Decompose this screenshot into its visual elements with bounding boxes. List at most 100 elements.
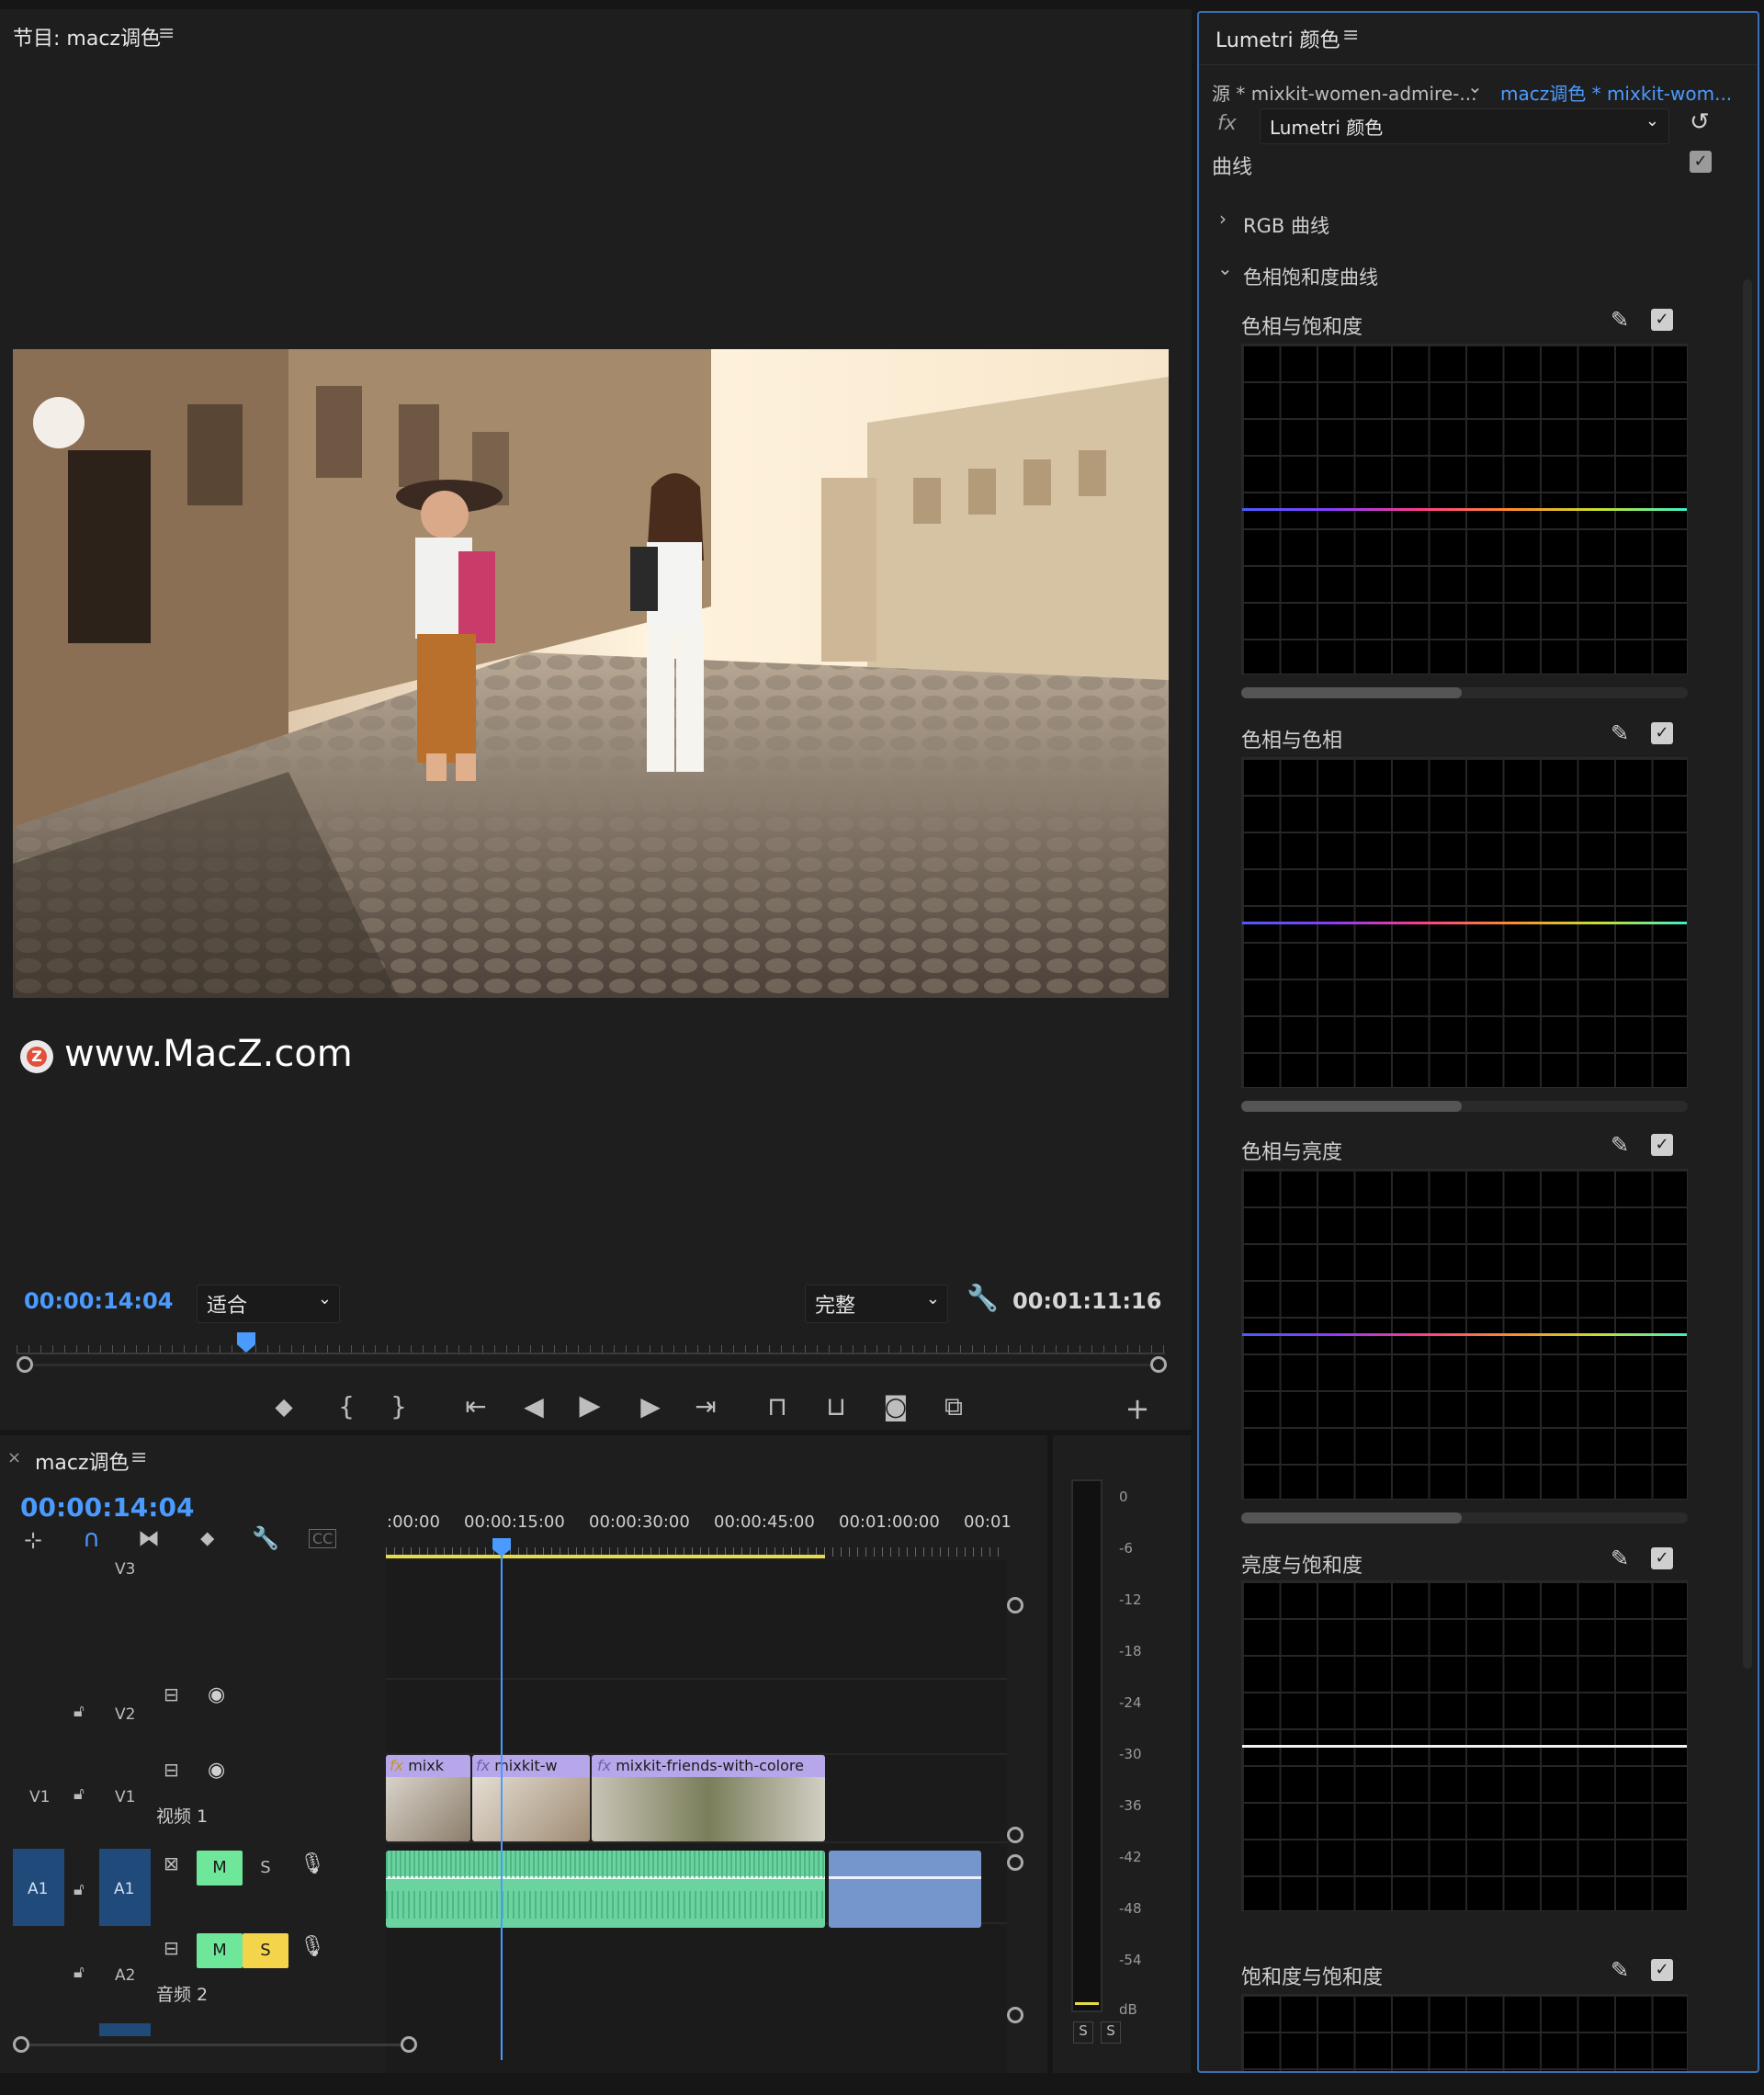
fit-dropdown[interactable]: 适合 ⌄ xyxy=(197,1285,340,1323)
a2-mute-button[interactable]: M xyxy=(197,1933,243,1968)
close-tab-icon[interactable]: × xyxy=(7,1448,21,1467)
add-marker-button[interactable]: ⬥ xyxy=(266,1391,302,1422)
luma-vs-sat-checkbox[interactable]: ✓ xyxy=(1651,1547,1673,1569)
microphone-icon[interactable]: 🎙︎ xyxy=(300,1935,325,1958)
luma-vs-sat-curve[interactable] xyxy=(1242,1745,1687,1748)
wrench-icon[interactable]: 🔧 xyxy=(967,1283,999,1313)
panel-menu-icon[interactable]: ≡ xyxy=(158,22,175,45)
add-marker-icon[interactable]: ⬥ xyxy=(200,1527,214,1550)
panel-menu-icon[interactable]: ≡ xyxy=(130,1446,147,1469)
scroll-handle[interactable] xyxy=(1007,1597,1023,1614)
track-v1-label[interactable]: V1 xyxy=(115,1788,135,1806)
work-area-bar[interactable] xyxy=(386,1555,825,1558)
program-current-time[interactable]: 00:00:14:04 xyxy=(24,1288,173,1314)
track-a1-target[interactable]: A1 xyxy=(99,1849,151,1926)
h-scroll-handle-left[interactable] xyxy=(13,2036,29,2053)
eyedropper-icon[interactable]: ✎ xyxy=(1611,720,1629,746)
scroll-handle[interactable] xyxy=(1007,2007,1023,2023)
audio-clip[interactable] xyxy=(386,1851,825,1928)
hue-vs-sat-curve[interactable] xyxy=(1242,508,1687,511)
add-button[interactable]: + xyxy=(1119,1391,1156,1426)
camera-icon[interactable]: ◙ xyxy=(877,1391,914,1421)
timeline-playhead-line[interactable] xyxy=(501,1555,503,2060)
scrollbar-thumb[interactable] xyxy=(1241,1101,1462,1112)
eyedropper-icon[interactable]: ✎ xyxy=(1611,1546,1629,1571)
source-a1-patch[interactable]: A1 xyxy=(13,1849,64,1926)
chevron-down-icon[interactable]: ⌄ xyxy=(1217,257,1233,279)
panel-scrollbar[interactable] xyxy=(1743,279,1752,1669)
lift-button[interactable]: ⊓ xyxy=(759,1391,796,1421)
linked-selection-icon[interactable]: ⧓ xyxy=(138,1525,160,1551)
curves-enable-checkbox[interactable]: ✓ xyxy=(1690,151,1712,173)
go-to-in-button[interactable]: ⇤ xyxy=(458,1391,494,1421)
sat-vs-sat-graph[interactable] xyxy=(1241,1994,1688,2071)
track-a2-label[interactable]: A2 xyxy=(115,1966,135,1985)
quality-dropdown[interactable]: 完整 ⌄ xyxy=(805,1285,948,1323)
hue-vs-luma-checkbox[interactable]: ✓ xyxy=(1651,1134,1673,1156)
audio2-track-name[interactable]: 音频 2 xyxy=(156,1981,208,2006)
step-back-button[interactable]: ◀︎ xyxy=(515,1391,552,1421)
curves-section-title[interactable]: 曲线 xyxy=(1212,151,1252,180)
toggle-sync-icon[interactable]: ⊟ xyxy=(164,1759,179,1781)
play-button[interactable]: ▶︎ xyxy=(571,1389,608,1421)
scrollbar-thumb[interactable] xyxy=(1241,1512,1462,1523)
program-monitor-title[interactable]: 节目: macz调色 xyxy=(13,22,161,51)
microphone-icon[interactable]: 🎙︎ xyxy=(300,1852,325,1875)
hue-vs-sat-checkbox[interactable]: ✓ xyxy=(1651,309,1673,331)
video-clip[interactable]: fx mixk xyxy=(386,1755,470,1841)
toggle-sync-icon[interactable]: ⊟ xyxy=(164,1683,179,1705)
hue-vs-luma-curve[interactable] xyxy=(1242,1333,1687,1336)
reset-icon[interactable]: ↺ xyxy=(1690,108,1710,136)
go-to-out-button[interactable]: ⇥ xyxy=(687,1391,724,1421)
h-scroll-handle-right[interactable] xyxy=(401,2036,417,2053)
zoom-handle-left[interactable] xyxy=(17,1356,33,1373)
luma-vs-sat-graph[interactable] xyxy=(1241,1580,1688,1911)
eyedropper-icon[interactable]: ✎ xyxy=(1611,1132,1629,1158)
hue-vs-luma-scrollbar[interactable] xyxy=(1241,1512,1688,1523)
hue-vs-hue-scrollbar[interactable] xyxy=(1241,1101,1688,1112)
insert-nest-icon[interactable]: ⊹ xyxy=(24,1527,42,1553)
captions-icon[interactable]: CC xyxy=(309,1529,337,1548)
video-clip[interactable]: fx mixkit-friends-with-colore xyxy=(592,1755,825,1841)
lock-icon[interactable]: 🔓︎ xyxy=(74,1963,85,1982)
hue-vs-luma-graph[interactable] xyxy=(1241,1169,1688,1500)
source-clip-label[interactable]: 源 * mixkit-women-admire-... xyxy=(1212,79,1476,106)
sequence-tab[interactable]: macz调色 xyxy=(35,1446,130,1476)
video-clip[interactable]: fx mixkit-w xyxy=(472,1755,590,1841)
zoom-handle-right[interactable] xyxy=(1150,1356,1167,1373)
a1-mute-button[interactable]: M xyxy=(197,1851,243,1886)
extract-button[interactable]: ⊔ xyxy=(818,1391,854,1421)
toggle-sync-icon[interactable]: ⊠ xyxy=(164,1852,179,1874)
chevron-right-icon[interactable]: › xyxy=(1219,208,1227,230)
hue-vs-hue-curve[interactable] xyxy=(1242,922,1687,924)
eyedropper-icon[interactable]: ✎ xyxy=(1611,1957,1629,1983)
program-ruler[interactable] xyxy=(17,1332,1165,1354)
track-v2-label[interactable]: V2 xyxy=(115,1705,135,1724)
effect-dropdown[interactable]: Lumetri 颜色 ⌄ xyxy=(1260,108,1669,144)
a1-solo-button[interactable]: S xyxy=(243,1851,288,1886)
compare-view-button[interactable]: ⧉ xyxy=(935,1391,972,1422)
chevron-down-icon[interactable]: ⌄ xyxy=(1467,75,1483,97)
rgb-curves-toggle[interactable]: RGB 曲线 xyxy=(1243,211,1329,239)
lock-icon[interactable]: 🔓︎ xyxy=(74,1784,85,1804)
lock-icon[interactable]: 🔓︎ xyxy=(74,1880,85,1899)
eye-icon[interactable]: ◉ xyxy=(208,1759,225,1782)
track-v3-label[interactable]: V3 xyxy=(115,1560,135,1579)
solo-left-button[interactable]: S xyxy=(1073,2021,1093,2044)
hue-sat-curves-toggle[interactable]: 色相饱和度曲线 xyxy=(1243,263,1378,290)
scroll-handle[interactable] xyxy=(1007,1827,1023,1843)
hue-vs-sat-scrollbar[interactable] xyxy=(1241,687,1688,698)
zoom-bar[interactable] xyxy=(33,1364,1152,1366)
target-clip-label[interactable]: macz调色 * mixkit-wom... xyxy=(1500,79,1732,106)
video-frame[interactable] xyxy=(13,349,1169,998)
scrollbar-thumb[interactable] xyxy=(1241,687,1462,698)
video1-track-name[interactable]: 视频 1 xyxy=(156,1803,208,1828)
panel-menu-icon[interactable]: ≡ xyxy=(1342,24,1359,47)
audio-clip[interactable] xyxy=(829,1851,981,1928)
hue-vs-sat-graph[interactable] xyxy=(1241,344,1688,674)
hue-vs-hue-graph[interactable] xyxy=(1241,757,1688,1088)
step-forward-button[interactable]: ▶︎ xyxy=(632,1391,669,1421)
solo-right-button[interactable]: S xyxy=(1101,2021,1121,2044)
source-v1-label[interactable]: V1 xyxy=(29,1788,50,1806)
h-scroll-bar[interactable] xyxy=(29,2044,402,2046)
